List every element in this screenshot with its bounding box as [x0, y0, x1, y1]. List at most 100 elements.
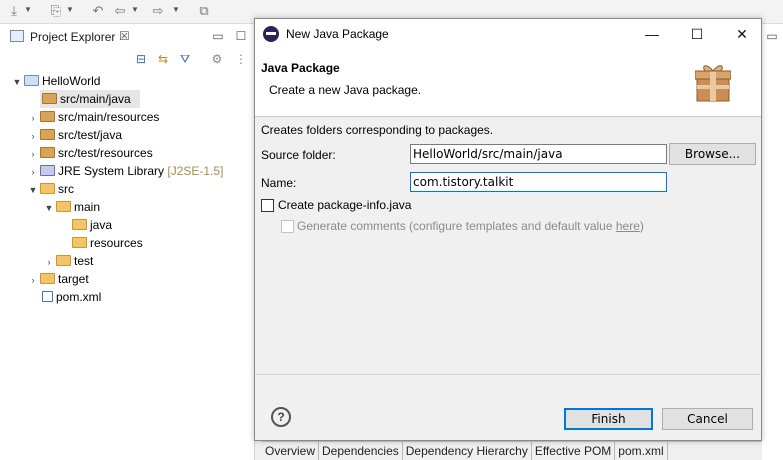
- chevron-down-icon[interactable]: ▼: [66, 5, 74, 14]
- tree-item-label: src/test/java: [58, 128, 123, 142]
- tree-item-label: src: [58, 182, 74, 196]
- view-menu-icon[interactable]: ⚙: [209, 51, 225, 67]
- tree-item-test[interactable]: › test: [44, 252, 94, 271]
- create-package-info-label: Create package-info.java: [278, 198, 412, 212]
- maximize-icon[interactable]: ☐: [233, 28, 249, 44]
- back-icon[interactable]: ⇦: [112, 3, 128, 19]
- description-text: Creates folders corresponding to package…: [261, 123, 494, 137]
- tree-item-label: JRE System Library: [58, 164, 165, 178]
- new-window-icon[interactable]: ⧉: [196, 3, 212, 19]
- help-icon[interactable]: ?: [271, 407, 291, 427]
- tree-item-main[interactable]: ▼ main: [44, 198, 100, 216]
- tree-item-label: pom.xml: [56, 290, 102, 304]
- editor-area-edge: ▭: [760, 24, 783, 460]
- cancel-button[interactable]: Cancel: [662, 408, 753, 430]
- tree-item-label: main: [74, 200, 101, 214]
- xml-file-icon: [42, 291, 53, 302]
- maven-project-icon: [24, 75, 39, 86]
- minimize-icon[interactable]: ▭: [764, 28, 780, 44]
- folder-icon: [72, 237, 87, 248]
- generate-comments-text: Generate comments (configure templates a…: [297, 219, 616, 233]
- wizard-banner: Java Package Create a new Java package.: [255, 49, 761, 117]
- project-explorer-toolbar: ⊟ ⇆ ⛛ ⚙ ⋮: [0, 48, 255, 70]
- tree-item-resources[interactable]: resources: [70, 234, 143, 252]
- tree-item-label: src/main/java: [60, 92, 131, 106]
- chevron-down-icon[interactable]: ▼: [172, 5, 180, 14]
- package-folder-icon: [40, 129, 55, 140]
- new-java-package-dialog: New Java Package — ☐ ✕ Java Package Crea…: [254, 18, 762, 441]
- project-explorer-tab[interactable]: Project Explorer ☒ ▭ ☐: [0, 24, 255, 48]
- export-icon[interactable]: ⎘: [48, 3, 64, 19]
- dialog-title: New Java Package: [286, 27, 389, 41]
- tab-dependency-hierarchy[interactable]: Dependency Hierarchy: [403, 442, 532, 460]
- tree-item-helloworld[interactable]: ▼ HelloWorld: [12, 72, 101, 91]
- dialog-titlebar[interactable]: New Java Package — ☐ ✕: [255, 19, 761, 49]
- collapsed-arrow-icon[interactable]: ›: [28, 163, 38, 181]
- close-button[interactable]: ✕: [731, 25, 753, 43]
- package-name-input[interactable]: com.tistory.talkit: [410, 172, 667, 192]
- tree-item-label: HelloWorld: [42, 74, 101, 88]
- configure-templates-link[interactable]: here: [616, 219, 640, 233]
- folder-icon: [40, 183, 55, 194]
- tree-item-label: test: [74, 254, 94, 268]
- minimize-button[interactable]: —: [641, 25, 663, 43]
- tab-effective-pom[interactable]: Effective POM: [532, 442, 616, 460]
- source-folder-input[interactable]: HelloWorld/src/main/java: [410, 144, 667, 164]
- generate-comments-checkbox: [281, 220, 294, 233]
- tree-item-src-main-resources[interactable]: › src/main/resources: [28, 108, 160, 127]
- tab-pom-xml[interactable]: pom.xml: [615, 442, 668, 460]
- last-edit-icon[interactable]: ↶: [90, 3, 106, 19]
- project-explorer-panel: Project Explorer ☒ ▭ ☐ ⊟ ⇆ ⛛ ⚙ ⋮ ▼ HelloW…: [0, 24, 255, 460]
- library-icon: [40, 165, 55, 176]
- tree-item-src-test-java[interactable]: › src/test/java: [28, 126, 123, 145]
- tab-overview[interactable]: Overview: [262, 442, 320, 460]
- tree-item-label: target: [58, 272, 89, 286]
- folder-icon: [56, 255, 71, 266]
- maximize-button[interactable]: ☐: [686, 25, 708, 43]
- package-folder-icon: [40, 111, 55, 122]
- tree-item-src-main-java[interactable]: src/main/java: [40, 90, 140, 108]
- tree-item-label: src/main/resources: [58, 110, 160, 124]
- close-icon[interactable]: ☒: [119, 29, 130, 43]
- tree-item-src-test-resources[interactable]: › src/test/resources: [28, 144, 153, 162]
- chevron-down-icon[interactable]: ▼: [131, 5, 139, 14]
- tree-item-pom-xml[interactable]: pom.xml: [40, 288, 101, 306]
- filter-icon[interactable]: ⛛: [177, 51, 193, 67]
- project-explorer-icon: [10, 30, 24, 42]
- finish-button[interactable]: Finish: [564, 408, 653, 430]
- package-gift-icon: [695, 65, 731, 102]
- wizard-subheading: Create a new Java package.: [269, 83, 422, 97]
- forward-icon[interactable]: ⇨: [150, 3, 166, 19]
- more-icon[interactable]: ⋮: [233, 51, 249, 67]
- link-with-editor-icon[interactable]: ⇆: [155, 51, 171, 67]
- collapsed-arrow-icon[interactable]: ›: [28, 127, 38, 145]
- expanded-arrow-icon[interactable]: ▼: [28, 181, 38, 199]
- source-folder-label: Source folder:: [261, 148, 336, 162]
- project-explorer-title: Project Explorer: [30, 30, 116, 44]
- expanded-arrow-icon[interactable]: ▼: [44, 199, 54, 217]
- browse-button[interactable]: Browse...: [669, 143, 756, 165]
- tree-item-label: java: [90, 218, 113, 232]
- tree-item-label: src/test/resources: [58, 146, 153, 160]
- pom-editor-tabs: Overview Dependencies Dependency Hierarchy…: [262, 441, 762, 460]
- tree-item-java[interactable]: java: [70, 216, 112, 234]
- chevron-down-icon[interactable]: ▼: [24, 5, 32, 14]
- minimize-icon[interactable]: ▭: [210, 28, 226, 44]
- import-icon[interactable]: ⤓: [6, 3, 22, 19]
- tree-item-src[interactable]: ▼ src: [28, 180, 74, 198]
- collapsed-arrow-icon[interactable]: ›: [44, 253, 54, 271]
- tree-item-target[interactable]: › target: [28, 270, 89, 288]
- collapse-all-icon[interactable]: ⊟: [133, 51, 149, 67]
- package-folder-icon: [40, 147, 55, 158]
- tab-dependencies[interactable]: Dependencies: [319, 442, 403, 460]
- tree-item-label: resources: [90, 236, 143, 250]
- tree-item-decoration: [J2SE-1.5]: [167, 164, 224, 178]
- create-package-info-checkbox[interactable]: [261, 199, 274, 212]
- folder-icon: [72, 219, 87, 230]
- tree-item-jre-system-library[interactable]: › JRE System Library [J2SE-1.5]: [28, 162, 224, 181]
- expanded-arrow-icon[interactable]: ▼: [12, 73, 22, 91]
- collapsed-arrow-icon[interactable]: ›: [28, 271, 38, 289]
- collapsed-arrow-icon[interactable]: ›: [28, 145, 38, 163]
- folder-icon: [40, 273, 55, 284]
- collapsed-arrow-icon[interactable]: ›: [28, 109, 38, 127]
